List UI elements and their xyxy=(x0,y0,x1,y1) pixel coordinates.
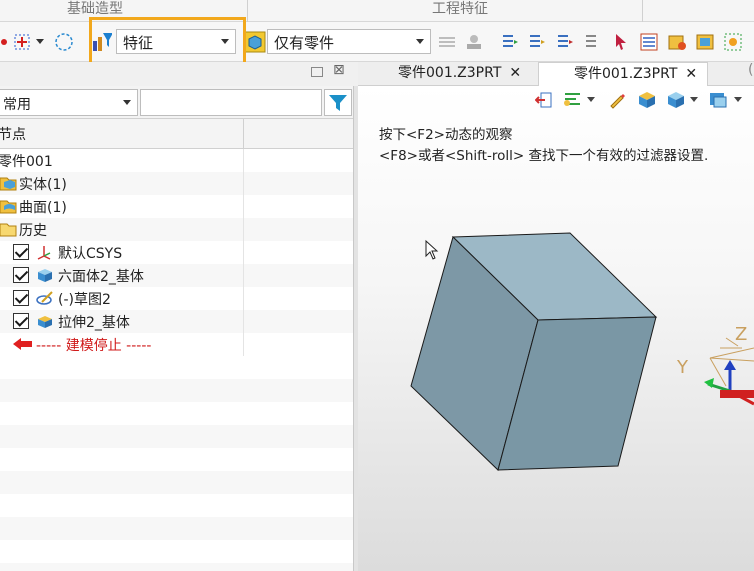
visibility-checkbox[interactable] xyxy=(13,290,29,306)
tree-row-surfaces[interactable]: 曲面(1) xyxy=(0,195,353,218)
tree-row-solids[interactable]: 实体(1) xyxy=(0,172,353,195)
column-divider xyxy=(243,333,244,356)
chevron-down-icon xyxy=(221,39,229,44)
solid-folder-icon xyxy=(0,177,17,191)
history-tree: 节点 零件001 实体(1) 曲面(1) 历史 默认CSYS 六面体2_基体 (… xyxy=(0,118,353,571)
dashed-frame-icon[interactable] xyxy=(723,32,743,52)
tab-overflow[interactable]: ( xyxy=(748,62,753,78)
tree-item-label: ----- 建模停止 ----- xyxy=(36,338,152,354)
filter-type-combo[interactable]: 特征 xyxy=(116,29,236,54)
ribbon-group-basic-modeling: 基础造型 xyxy=(67,1,123,17)
restore-panel-icon[interactable] xyxy=(311,67,323,77)
tree-item-label: 曲面(1) xyxy=(19,200,67,216)
chevron-down-icon[interactable] xyxy=(34,32,46,52)
close-icon[interactable]: ✕ xyxy=(685,66,697,82)
ribbon-group-divider xyxy=(642,0,643,22)
funnel-icon xyxy=(329,94,347,111)
close-panel-icon[interactable]: ⊠ xyxy=(333,62,345,78)
column-divider xyxy=(243,195,244,218)
surface-folder-icon xyxy=(0,200,17,214)
ribbon-group-bar: 基础造型 工程特征 xyxy=(0,0,754,22)
tree-row-modeling-stop[interactable]: ----- 建模停止 ----- xyxy=(0,333,353,356)
ribbon-group-divider xyxy=(247,0,248,22)
layer-tool-2-icon[interactable] xyxy=(527,32,547,52)
visibility-checkbox[interactable] xyxy=(13,267,29,283)
sketch-icon xyxy=(36,291,53,305)
tree-column-node: 节点 xyxy=(0,127,26,143)
filter-type-value: 特征 xyxy=(123,34,154,52)
ribbon-group-engineering: 工程特征 xyxy=(432,1,488,17)
tree-item-label: 实体(1) xyxy=(19,177,67,193)
list-icon[interactable] xyxy=(639,32,659,52)
disabled-tool-icon[interactable] xyxy=(437,32,457,52)
layer-tool-4-icon[interactable] xyxy=(583,32,603,52)
axis-z-label: Z xyxy=(735,324,748,345)
tree-item-label: 默认CSYS xyxy=(58,246,123,262)
column-divider xyxy=(243,218,244,241)
tab-label: 零件001.Z3PRT xyxy=(398,65,502,81)
tree-row-block[interactable]: 六面体2_基体 xyxy=(0,264,353,287)
tree-filter-select[interactable]: 常用 xyxy=(0,89,138,116)
triad-icon[interactable] xyxy=(704,337,754,406)
close-icon[interactable]: ✕ xyxy=(509,65,521,81)
filter-icon xyxy=(92,32,112,52)
tree-item-label: (-)草图2 xyxy=(58,292,111,308)
column-divider xyxy=(243,149,244,172)
axis-y-label: Y xyxy=(677,357,688,378)
3d-viewport[interactable]: 按下<F2>动态的观察 <F8>或者<Shift-roll> 查找下一个有效的过… xyxy=(358,86,754,571)
extrude-icon xyxy=(38,316,52,328)
disabled-stamp-icon[interactable] xyxy=(464,32,484,52)
tree-item-label: 拉伸2_基体 xyxy=(58,315,130,331)
left-panel-header: ⊠ xyxy=(0,62,356,86)
tree-item-label: 零件001 xyxy=(0,154,53,170)
part-scope-combo[interactable]: 仅有零件 xyxy=(267,29,431,54)
tree-row-extrude[interactable]: 拉伸2_基体 xyxy=(0,310,353,333)
tree-filter-select-value: 常用 xyxy=(3,97,31,113)
part-scope-value: 仅有零件 xyxy=(274,34,335,52)
model-canvas xyxy=(410,232,754,471)
funnel-filter-button[interactable] xyxy=(324,89,352,116)
column-divider xyxy=(243,172,244,195)
tree-row-part[interactable]: 零件001 xyxy=(0,149,353,172)
tree-header: 节点 xyxy=(0,118,353,150)
document-tabs: 零件001.Z3PRT ✕ 零件001.Z3PRT ✕ ( xyxy=(358,62,754,86)
settings-box-icon[interactable] xyxy=(667,32,687,52)
tree-empty-area xyxy=(0,356,353,571)
filter-row: 常用 xyxy=(0,86,356,118)
csys-icon xyxy=(37,246,51,260)
tree-row-default-csys[interactable]: 默认CSYS xyxy=(0,241,353,264)
column-divider[interactable] xyxy=(243,119,244,150)
chevron-down-icon xyxy=(416,39,424,44)
visibility-checkbox[interactable] xyxy=(13,313,29,329)
tree-row-history[interactable]: 历史 xyxy=(0,218,353,241)
image-box-icon[interactable] xyxy=(695,32,715,52)
column-divider xyxy=(243,241,244,264)
stop-arrow-icon xyxy=(13,338,32,350)
column-divider xyxy=(243,310,244,333)
dashed-circle-icon[interactable] xyxy=(54,32,74,52)
tab-document-1[interactable]: 零件001.Z3PRT ✕ xyxy=(388,62,538,86)
layer-tool-icon[interactable] xyxy=(500,32,520,52)
part-filter-icon xyxy=(243,31,267,53)
tree-item-label: 六面体2_基体 xyxy=(58,269,144,285)
tab-document-2-active[interactable]: 零件001.Z3PRT ✕ xyxy=(538,62,708,86)
folder-icon xyxy=(0,223,17,237)
tab-label: 零件001.Z3PRT xyxy=(574,66,678,82)
toolbar: 特征 仅有零件 xyxy=(0,22,754,62)
visibility-checkbox[interactable] xyxy=(13,244,29,260)
mouse-cursor-icon xyxy=(425,239,439,260)
tree-row-sketch[interactable]: (-)草图2 xyxy=(0,287,353,310)
column-divider xyxy=(243,287,244,310)
chevron-down-icon xyxy=(123,100,131,105)
layer-tool-3-icon[interactable] xyxy=(555,32,575,52)
tree-search-input[interactable] xyxy=(140,89,322,116)
column-divider xyxy=(243,264,244,287)
select-cross-icon[interactable] xyxy=(12,32,32,52)
tree-item-label: 历史 xyxy=(19,223,47,239)
block-icon xyxy=(38,269,52,282)
pointer-icon[interactable] xyxy=(611,32,631,52)
